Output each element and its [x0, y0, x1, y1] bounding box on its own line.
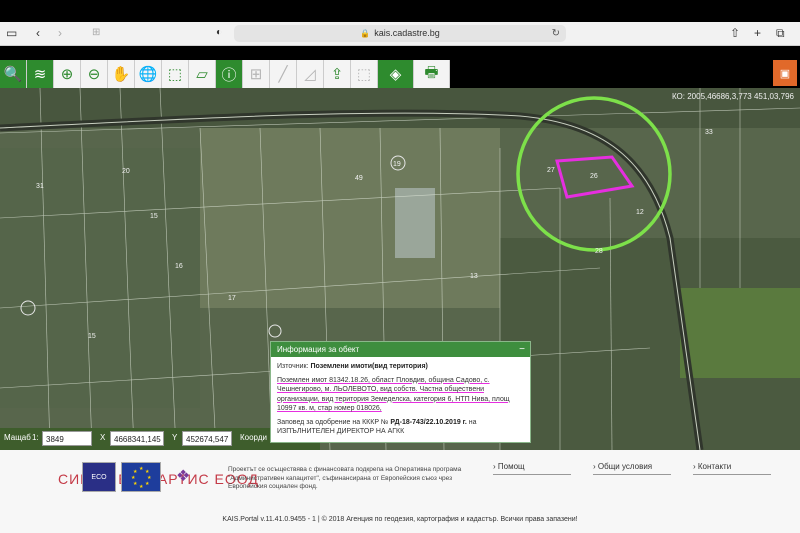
back-icon[interactable]: ‹	[36, 26, 40, 40]
parcel-description: Поземлен имот 81342.18.26, област Пловди…	[277, 376, 510, 413]
parcel-label: 27	[547, 167, 555, 174]
eco-logo: ECO	[82, 462, 116, 492]
parcel-label: 33	[705, 129, 713, 136]
svg-text:★: ★	[139, 466, 144, 472]
parcel-label: 49	[355, 175, 363, 182]
parcel-label: 28	[595, 248, 603, 255]
top-black-band	[0, 0, 800, 22]
parcel-label: 16	[175, 263, 183, 270]
popup-title: Информация за обект	[277, 345, 360, 354]
forward-icon[interactable]: ›	[58, 26, 62, 40]
map-toolbar: 🔍 ≋ ⊕ ⊖ ✋ 🌐 ⬚ ▱ ⓘ ⊞ ╱ ◿ ⇪ ⬚ ◈ 🖶	[0, 60, 480, 88]
select-poly-tool[interactable]: ▱	[189, 60, 216, 88]
new-tab-icon[interactable]: +	[754, 26, 761, 40]
svg-text:★: ★	[133, 481, 138, 487]
source-label: Източник:	[277, 363, 309, 370]
coordinates-readout: КО: 2005,46686,3,773 451,03,796	[671, 92, 794, 101]
pan-tool[interactable]: ✋	[108, 60, 135, 88]
layers-tool[interactable]: ≋	[27, 60, 54, 88]
shield-icon: ◐	[216, 27, 223, 38]
scale-label: Мащаб	[4, 433, 31, 442]
divider	[593, 474, 671, 475]
svg-text:★: ★	[131, 475, 136, 481]
parcel-label: 20	[122, 168, 130, 175]
y-label: Y	[172, 433, 178, 442]
parcel-label: 15	[150, 213, 158, 220]
clear-selection-tool[interactable]: ⬚	[351, 60, 378, 88]
scale-prefix: 1:	[32, 433, 39, 442]
info-tool[interactable]: ⓘ	[216, 60, 243, 88]
new-window-icon[interactable]: ⊞	[92, 26, 100, 40]
location-tool[interactable]: ◈	[378, 60, 414, 88]
print-tool[interactable]: 🖶	[414, 60, 450, 88]
x-coordinate-input[interactable]: 4668341,145	[110, 431, 164, 446]
y-coordinate-input[interactable]: 452674,547	[182, 431, 232, 446]
upload-tool[interactable]: ⇪	[324, 60, 351, 88]
source-value: Поземлени имоти(вид територия)	[310, 363, 428, 370]
popup-header: Информация за обект −	[271, 342, 530, 357]
parcel-label: 15	[88, 333, 96, 340]
minimize-icon[interactable]: −	[519, 342, 525, 357]
parcel-label: 13	[470, 273, 478, 280]
x-label: X	[100, 433, 106, 442]
agency-logo: ▣	[773, 60, 797, 86]
zoom-in-tool[interactable]: ⊕	[54, 60, 81, 88]
program-logo: ❖	[176, 468, 191, 485]
parcel-label: 31	[36, 183, 44, 190]
coordinate-system-label: Коорди	[240, 433, 267, 442]
copyright: KAIS.Portal v.11.41.0.9455 - 1 | © 2018 …	[222, 516, 578, 523]
scale-input[interactable]: 3849	[42, 431, 92, 446]
draw-area-tool[interactable]: ◿	[297, 60, 324, 88]
address-bar[interactable]: 🔒 kais.cadastre.bg ↻	[234, 25, 566, 42]
sidebar-icon[interactable]: ▭	[6, 26, 17, 40]
object-info-popup: Информация за обект − Източник: Поземлен…	[270, 341, 531, 443]
svg-text:★: ★	[139, 484, 144, 490]
help-link[interactable]: › Помощ	[493, 462, 525, 471]
funding-text: Проектът се осъществява с финансовата по…	[228, 466, 462, 490]
eu-flag-logo: ★ ★ ★ ★ ★ ★ ★ ★	[121, 462, 161, 492]
browser-toolbar: ▭ ‹ › ⊞ ◐ 🔒 kais.cadastre.bg ↻ ⇧ + ⧉	[0, 22, 800, 46]
draw-line-tool[interactable]: ╱	[270, 60, 297, 88]
divider	[693, 474, 771, 475]
parcel-label: 26	[590, 173, 598, 180]
order-prefix: Заповед за одобрение на КККР №	[277, 418, 389, 426]
divider	[493, 474, 571, 475]
lock-icon: 🔒	[360, 29, 371, 38]
reload-icon[interactable]: ↻	[552, 25, 560, 42]
svg-text:★: ★	[133, 469, 138, 475]
popup-body: Източник: Поземлени имоти(вид територия)…	[271, 357, 530, 442]
measure-tool[interactable]: ⊞	[243, 60, 270, 88]
svg-text:★: ★	[145, 481, 150, 487]
contacts-link[interactable]: › Контакти	[693, 462, 731, 471]
terms-link[interactable]: › Общи условия	[593, 462, 652, 471]
parcel-label: 17	[228, 295, 236, 302]
parcel-label: 19	[393, 161, 401, 168]
url-text: kais.cadastre.bg	[374, 28, 440, 38]
search-tool[interactable]: 🔍	[0, 60, 27, 88]
globe-tool[interactable]: 🌐	[135, 60, 162, 88]
share-icon[interactable]: ⇧	[730, 26, 740, 40]
zoom-out-tool[interactable]: ⊖	[81, 60, 108, 88]
tabs-icon[interactable]: ⧉	[776, 26, 785, 40]
parcel-label: 12	[636, 209, 644, 216]
order-number: РД-18-743/22.10.2019 г.	[390, 418, 467, 426]
select-rect-tool[interactable]: ⬚	[162, 60, 189, 88]
